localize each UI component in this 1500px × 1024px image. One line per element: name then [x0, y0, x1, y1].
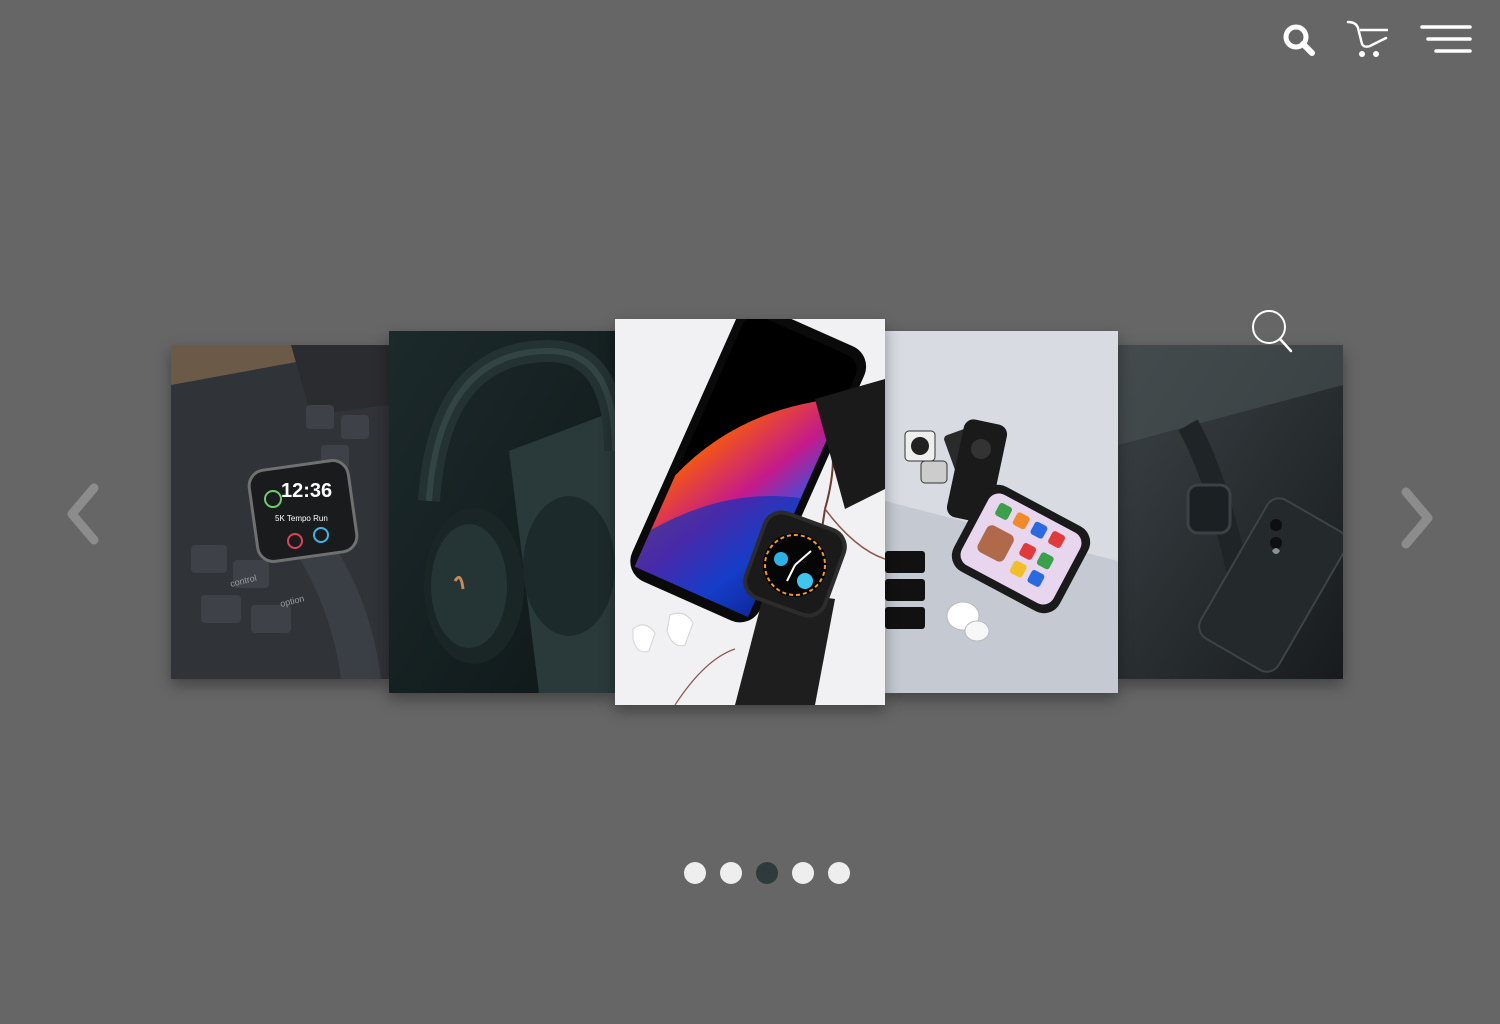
carousel-slide-phone-watch-dark[interactable] [1118, 345, 1343, 679]
watch-time: 12:36 [281, 480, 332, 502]
carousel-slide-phone-remote-laptop[interactable] [885, 331, 1118, 693]
carousel-dot-5[interactable] [828, 862, 850, 884]
slide-image: 12:36 5K Tempo Run control option [171, 345, 389, 679]
slide-image [615, 319, 885, 705]
slide-image [389, 331, 615, 693]
chevron-right-icon[interactable] [1394, 480, 1438, 550]
carousel-slide-watch-keyboard[interactable]: 12:36 5K Tempo Run control option [171, 345, 389, 679]
carousel-slide-phone-watch-marble[interactable] [615, 319, 885, 705]
cart-icon[interactable] [1346, 18, 1390, 60]
carousel-dot-3[interactable] [756, 862, 778, 884]
carousel-dot-4[interactable] [792, 862, 814, 884]
menu-icon[interactable] [1420, 19, 1472, 59]
slide-image [1118, 345, 1343, 679]
slide-image [885, 331, 1118, 693]
watch-workout-title: 5K Tempo Run [275, 514, 328, 523]
chevron-left-icon[interactable] [62, 480, 106, 550]
search-icon[interactable] [1282, 19, 1316, 59]
carousel-dot-1[interactable] [684, 862, 706, 884]
zoom-icon[interactable] [1250, 308, 1294, 354]
carousel-dot-2[interactable] [720, 862, 742, 884]
header-icons [1282, 18, 1472, 60]
carousel-pagination [684, 862, 850, 884]
carousel-slide-headphones[interactable] [389, 331, 615, 693]
